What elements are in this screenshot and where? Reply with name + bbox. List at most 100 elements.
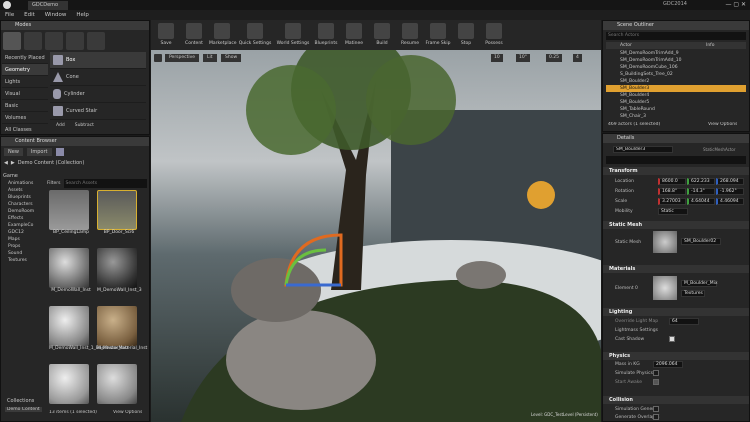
foliage-mode-icon[interactable]	[66, 32, 84, 50]
rotation-z[interactable]: -1.962°	[716, 188, 744, 195]
materials-section[interactable]: Materials	[603, 265, 749, 273]
back-arrow-icon[interactable]: ◀	[4, 158, 8, 168]
tree-item[interactable]: Props	[3, 243, 43, 250]
menu-file[interactable]: File	[5, 10, 14, 20]
document-tab[interactable]: GDCDemo	[28, 1, 68, 10]
lighting-section[interactable]: Lighting	[603, 308, 749, 316]
rotation-x[interactable]: 168.8°	[658, 188, 686, 195]
view-options-button[interactable]: View Options	[113, 410, 142, 415]
actor-row[interactable]: SM_Chair_3	[606, 113, 746, 120]
content-browser-tab[interactable]: Content Browser	[1, 137, 149, 146]
tree-item[interactable]: Effects	[3, 215, 43, 222]
scale-y[interactable]: 4.64044	[687, 198, 715, 205]
menu-help[interactable]: Help	[76, 10, 89, 20]
actor-row-selected[interactable]: SM_Boulder3	[606, 85, 746, 92]
actor-name-field[interactable]: SM_Boulder3	[613, 146, 673, 153]
location-x[interactable]: 8600.0	[658, 178, 686, 185]
paint-mode-icon[interactable]	[24, 32, 42, 50]
rotation-y[interactable]: -14.3°	[687, 188, 715, 195]
category-geometry[interactable]: Geometry	[2, 64, 48, 76]
level-viewport[interactable]: Perspective Lit Show 10 10° 0.25 4 Level…	[151, 50, 601, 422]
actor-search-input[interactable]: Search Actors	[606, 32, 746, 40]
asset-tile[interactable]: BP_Door_Sci6	[97, 190, 141, 235]
scene-outliner-tab[interactable]: Scene Outliner	[603, 21, 749, 30]
actor-row[interactable]: S_BuildingSets_Tree_02	[606, 71, 746, 78]
tree-item[interactable]: Maps	[3, 236, 43, 243]
actor-row[interactable]: SM_DemoRoomCube_106	[606, 64, 746, 71]
show-dropdown[interactable]: Show	[221, 54, 242, 62]
new-button[interactable]: New	[4, 148, 23, 156]
filters-button[interactable]: Filters	[47, 179, 61, 188]
lightmap-res-field[interactable]: 64	[669, 318, 699, 325]
actor-row[interactable]: SM_Boulder2	[606, 78, 746, 85]
asset-search-input[interactable]: Search Assets	[63, 179, 147, 188]
category-recently-placed[interactable]: Recently Placed	[2, 52, 48, 64]
tree-item[interactable]: ExampleCo	[3, 222, 43, 229]
geometry-item-cylinder[interactable]: Cylinder	[50, 86, 146, 103]
start-awake-checkbox[interactable]	[653, 379, 659, 385]
column-actor[interactable]: Actor	[620, 42, 632, 49]
lightmass-settings-label[interactable]: Lightmass Settings	[615, 328, 658, 333]
asset-tile[interactable]: BP_CeilingLamp	[49, 190, 93, 235]
static-mesh-thumbnail[interactable]	[653, 231, 677, 253]
category-basic[interactable]: Basic	[2, 100, 48, 112]
actor-row[interactable]: SM_TableRound	[606, 106, 746, 113]
static-mesh-section[interactable]: Static Mesh	[603, 221, 749, 229]
geometry-mode-icon[interactable]	[87, 32, 105, 50]
actor-row[interactable]: SM_DemoRoomTrimAdd_9	[606, 50, 746, 57]
save-all-icon[interactable]	[55, 148, 64, 156]
import-button[interactable]: Import	[26, 148, 52, 156]
tree-item[interactable]: Assets	[3, 187, 43, 194]
actor-row[interactable]: SM_Boulder4	[606, 92, 746, 99]
location-z[interactable]: 268.094	[716, 178, 744, 185]
place-mode-icon[interactable]	[3, 32, 21, 50]
perspective-dropdown[interactable]: Perspective	[165, 54, 200, 62]
physics-section[interactable]: Physics	[603, 352, 749, 360]
grid-snap[interactable]: 10	[491, 54, 503, 62]
menu-window[interactable]: Window	[45, 10, 67, 20]
tree-item[interactable]: DemoRoom	[3, 208, 43, 215]
cast-shadow-checkbox[interactable]	[669, 336, 675, 342]
collision-section[interactable]: Collision	[603, 396, 749, 404]
actor-row[interactable]: SM_DemoRoomTrimAdd_10	[606, 57, 746, 64]
transform-section[interactable]: Transform	[603, 167, 749, 175]
tree-item[interactable]: Characters	[3, 201, 43, 208]
asset-tile[interactable]: M_DemoWall_Inst_3	[97, 248, 142, 293]
sim-generates-hit-checkbox[interactable]	[653, 406, 659, 412]
camera-speed[interactable]: 4	[573, 54, 582, 62]
simulate-physics-checkbox[interactable]	[653, 370, 659, 376]
asset-tile[interactable]	[49, 364, 93, 404]
tree-item[interactable]: Textures	[3, 257, 43, 264]
category-lights[interactable]: Lights	[2, 76, 48, 88]
outliner-view-options[interactable]: View Options	[708, 122, 737, 127]
details-tab[interactable]: Details	[603, 134, 749, 143]
category-all-classes[interactable]: All Classes	[2, 124, 48, 136]
scale-x[interactable]: 3.27003	[658, 198, 686, 205]
textures-dropdown[interactable]: Textures	[681, 290, 705, 297]
tree-item[interactable]: Animations	[3, 180, 43, 187]
window-controls[interactable]: — ▢ ✕	[710, 1, 746, 8]
view-mode-dropdown[interactable]: Lit	[203, 54, 217, 62]
location-y[interactable]: 622.233	[687, 178, 715, 185]
column-info[interactable]: Info	[706, 42, 715, 49]
scale-snap[interactable]: 0.25	[546, 54, 563, 62]
collection-item[interactable]: Demo Content	[5, 407, 42, 412]
menu-edit[interactable]: Edit	[24, 10, 35, 20]
add-radio[interactable]: Add	[56, 123, 65, 128]
tree-item[interactable]: Game	[3, 173, 43, 180]
asset-tile[interactable]: M_MasterMaterial_Inst	[97, 306, 147, 351]
collection-path[interactable]: Demo Content (Collection)	[18, 158, 85, 168]
category-volumes[interactable]: Volumes	[2, 112, 48, 124]
tree-item[interactable]: GDC12	[3, 229, 43, 236]
generate-overlap-checkbox[interactable]	[653, 414, 659, 420]
viewport-options-button[interactable]	[154, 54, 162, 62]
geometry-item-curved-stair[interactable]: Curved Stair	[50, 103, 146, 120]
asset-tile[interactable]	[97, 364, 141, 404]
material-dropdown[interactable]: M_Boulder_Mix	[681, 280, 718, 287]
actor-row[interactable]: SM_Boulder5	[606, 99, 746, 106]
mass-field[interactable]: 2096.064	[653, 361, 683, 368]
asset-tile[interactable]: M_DemoWall_Inst	[49, 248, 93, 293]
tree-item[interactable]: Blueprints	[3, 194, 43, 201]
tree-item[interactable]: Sound	[3, 250, 43, 257]
category-visual[interactable]: Visual	[2, 88, 48, 100]
